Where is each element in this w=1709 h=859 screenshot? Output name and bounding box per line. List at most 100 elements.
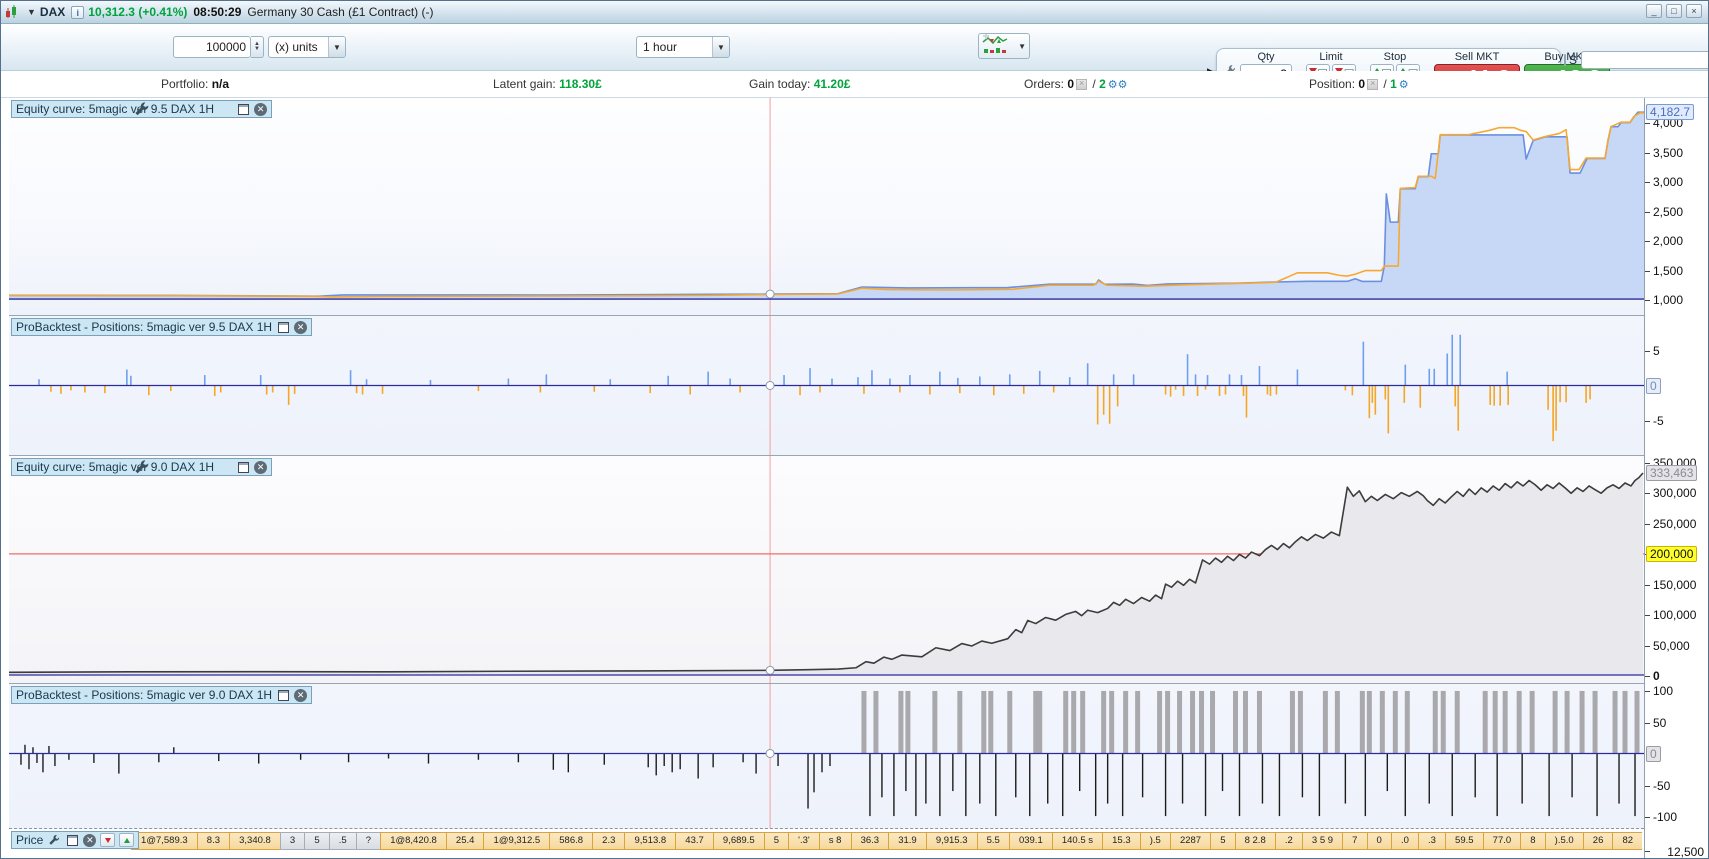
trade-label-chip: 36.3 bbox=[850, 832, 890, 850]
chevron-down-icon: ▼ bbox=[328, 37, 345, 57]
qty-label: Qty bbox=[1257, 51, 1275, 63]
axis-tick bbox=[1645, 153, 1650, 154]
price-axis[interactable]: 4,000 3,500 3,000 2,500 2,000 1,500 1,000 4,182… bbox=[1644, 98, 1708, 316]
chevron-down-icon: ▼ bbox=[712, 37, 729, 57]
stop-checkbox[interactable] bbox=[1564, 54, 1566, 66]
axis-tick bbox=[1645, 786, 1650, 787]
axis-tick bbox=[1645, 585, 1650, 586]
axis-tick-label: 150,000 bbox=[1653, 578, 1697, 592]
panel-header-positions-9-0[interactable]: ProBacktest - Positions: 5magic ver 9.0 … bbox=[11, 686, 313, 704]
price-panel: Day: High: 10,373.7 Low: 10,2 1@7,589.38… bbox=[9, 829, 1708, 858]
minimize-button[interactable]: _ bbox=[1646, 4, 1662, 18]
limit-label: Limit bbox=[1319, 51, 1343, 63]
title-bar: ▼ DAX i 10,312.3 (+0.41%) 08:50:29 Germa… bbox=[1, 1, 1708, 24]
quantity-input[interactable] bbox=[173, 36, 251, 58]
close-icon[interactable]: ✕ bbox=[294, 320, 308, 334]
axis-tick-label: 2,500 bbox=[1653, 205, 1684, 219]
trade-label-chip: 82 bbox=[1612, 832, 1642, 850]
close-icon[interactable]: ✕ bbox=[83, 833, 97, 847]
orders-list-icon[interactable] bbox=[1076, 78, 1088, 90]
symbol-name: DAX bbox=[39, 5, 66, 19]
trade-label-chip: .2 bbox=[1274, 832, 1303, 850]
axis-tick-label: 100,000 bbox=[1653, 608, 1697, 622]
positions-9-0-chart[interactable]: ProBacktest - Positions: 5magic ver 9.0 … bbox=[9, 684, 1644, 829]
wrench-icon[interactable] bbox=[47, 834, 61, 847]
axis-tick-label: -50 bbox=[1653, 779, 1671, 793]
sell-arrow-icon[interactable] bbox=[100, 833, 116, 847]
close-button[interactable]: × bbox=[1686, 4, 1702, 18]
latent-gain: Latent gain: 118.30£ bbox=[493, 77, 602, 91]
panel-header-equity-9-0[interactable]: Equity curve: 5magic ver 9.0 DAX 1H ✕ bbox=[11, 458, 273, 476]
wrench-icon[interactable] bbox=[135, 102, 232, 116]
positions-9-5-chart[interactable]: ProBacktest - Positions: 5magic ver 9.5 … bbox=[9, 316, 1644, 456]
position-status: Position: 0 / 1⚙ bbox=[1309, 77, 1409, 91]
gain-today: Gain today: 41.20£ bbox=[749, 77, 851, 91]
quantity-spinner[interactable]: ▲ ▼ bbox=[251, 36, 264, 58]
positions-axis[interactable]: 5 -5 0 bbox=[1644, 316, 1708, 456]
trade-label-chip: 7 bbox=[1342, 832, 1368, 850]
trade-label-chip: 3 bbox=[279, 832, 306, 850]
axis-tick-label: 3,000 bbox=[1653, 175, 1684, 189]
portfolio-status: Portfolio: n/a bbox=[161, 77, 230, 91]
toolbar: ▲▼ (x) units▼ 1 hour▼ bbox=[1, 24, 1708, 93]
price-panel-header[interactable]: Price ✕ bbox=[11, 831, 140, 849]
trade-label-chip: 5 bbox=[304, 832, 330, 850]
trade-label-chip: 5 bbox=[763, 832, 790, 850]
axis-tick bbox=[1645, 676, 1650, 677]
panel-title: ProBacktest - Positions: 5magic ver 9.5 … bbox=[16, 320, 273, 334]
detach-window-icon[interactable] bbox=[276, 321, 290, 334]
backtest-chart-button[interactable]: ▼ bbox=[978, 32, 1030, 59]
close-icon[interactable]: ✕ bbox=[294, 688, 308, 702]
info-icon[interactable]: i bbox=[71, 5, 85, 19]
trade-label-chip: .3 bbox=[1417, 832, 1446, 850]
status-bar: Portfolio: n/a Latent gain: 118.30£ Gain… bbox=[1, 71, 1708, 98]
chevron-down-icon: ▼ bbox=[1018, 41, 1026, 51]
panel-positions-9-0: ProBacktest - Positions: 5magic ver 9.0 … bbox=[9, 684, 1708, 829]
axis-value-badge: 0 bbox=[1646, 746, 1661, 762]
trade-label-chip: 9,689.5 bbox=[712, 832, 765, 850]
position-gear-icon[interactable]: ⚙ bbox=[1399, 79, 1409, 91]
trade-label-chip: 2.3 bbox=[592, 832, 626, 850]
trade-label-chip: 8 bbox=[1520, 832, 1546, 850]
sell-mkt-label: Sell MKT bbox=[1454, 51, 1500, 63]
equity-9-5-chart[interactable]: Equity curve: 5magic ver 9.5 DAX 1H ✕ bbox=[9, 98, 1644, 316]
axis-tick bbox=[1645, 421, 1650, 422]
buy-arrow-icon[interactable] bbox=[119, 833, 135, 847]
restore-button[interactable]: □ bbox=[1666, 4, 1682, 18]
axis-tick-label: -100 bbox=[1653, 810, 1678, 824]
positions-axis-2[interactable]: 100 50 -50 -100 0 bbox=[1644, 684, 1708, 829]
position-list-icon[interactable] bbox=[1367, 78, 1379, 90]
orders-status: Orders: 0 / 2⚙⚙ bbox=[1024, 77, 1127, 91]
axis-tick-label: 5 bbox=[1653, 344, 1660, 358]
trade-label-chip: 1@7,589.3 bbox=[131, 832, 198, 850]
detach-window-icon[interactable] bbox=[276, 689, 290, 702]
axis-tick bbox=[1645, 351, 1650, 352]
trade-label-chip: 3 5 9 bbox=[1301, 832, 1344, 850]
timeframe-select[interactable]: 1 hour ▼ bbox=[636, 36, 730, 58]
trade-label-chip: 1@8,420.8 bbox=[380, 832, 447, 850]
trade-label-chip: 1@9,312.5 bbox=[483, 832, 551, 850]
wrench-icon[interactable] bbox=[135, 460, 232, 474]
axis-tick-label: 50,000 bbox=[1653, 639, 1690, 653]
trade-label-chip: 31.9 bbox=[888, 832, 927, 850]
axis-tick-label: 3,500 bbox=[1653, 146, 1684, 160]
orders-gear-icon[interactable]: ⚙⚙ bbox=[1108, 79, 1128, 91]
stop-distance-input[interactable] bbox=[1581, 51, 1708, 69]
trade-label-chip: 9,915.3 bbox=[925, 832, 978, 850]
units-select[interactable]: (x) units ▼ bbox=[268, 36, 346, 58]
trade-label-chip: 77.0 bbox=[1482, 832, 1522, 850]
symbol-description: Germany 30 Cash (£1 Contract) (-) bbox=[247, 5, 434, 19]
detach-window-icon[interactable] bbox=[65, 834, 79, 847]
panel-header-equity-9-5[interactable]: Equity curve: 5magic ver 9.5 DAX 1H ✕ bbox=[11, 100, 273, 118]
trade-label-chip: 25.4 bbox=[445, 832, 485, 850]
trade-label-chip: 0 bbox=[1366, 832, 1392, 850]
panel-equity-9-0: Equity curve: 5magic ver 9.0 DAX 1H ✕ 35… bbox=[9, 456, 1708, 684]
symbol-dropdown-caret[interactable]: ▼ bbox=[27, 7, 36, 17]
price-axis-bottom[interactable]: 12,500 bbox=[1644, 829, 1708, 858]
axis-value-badge: 0 bbox=[1646, 378, 1661, 394]
equity-9-0-chart[interactable]: Equity curve: 5magic ver 9.0 DAX 1H ✕ bbox=[9, 456, 1644, 684]
stop-label: Stop bbox=[1383, 51, 1407, 63]
axis-tick bbox=[1645, 646, 1650, 647]
equity-axis[interactable]: 350,000300,000250,000200,000150,000100,0… bbox=[1644, 456, 1708, 684]
panel-header-positions-9-5[interactable]: ProBacktest - Positions: 5magic ver 9.5 … bbox=[11, 318, 313, 336]
